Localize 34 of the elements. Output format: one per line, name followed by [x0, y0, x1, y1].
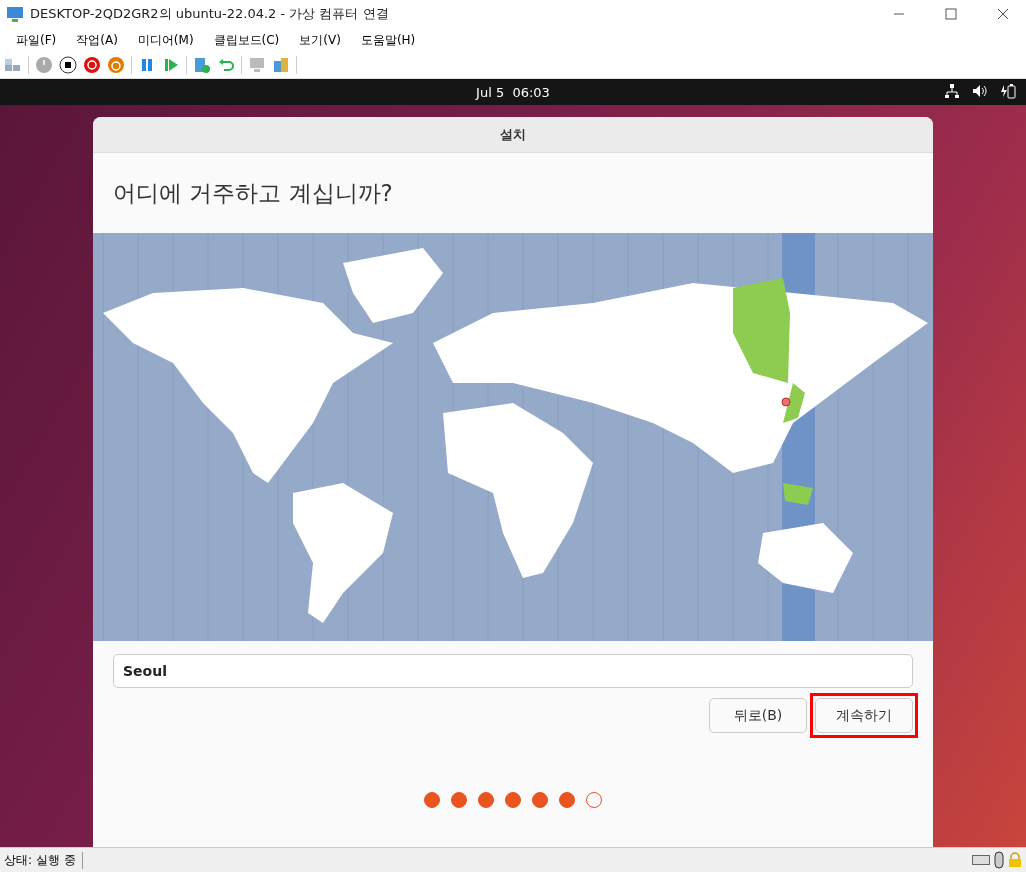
page-heading: 어디에 거주하고 계십니까? — [112, 179, 394, 208]
location-field[interactable]: Seoul — [113, 654, 913, 688]
checkpoint-icon[interactable] — [193, 56, 211, 74]
dialog-button[interactable]: 뒤로(B) — [709, 698, 807, 733]
close-icon — [997, 8, 1009, 20]
installer-title: 설치 — [500, 125, 526, 144]
lock-icon — [1008, 852, 1022, 868]
shutdown-icon[interactable] — [83, 56, 101, 74]
play-icon[interactable] — [162, 56, 180, 74]
clock[interactable]: Jul 5 06:03 — [476, 84, 550, 100]
dialog-button[interactable]: 계속하기 — [815, 698, 913, 733]
reset-icon[interactable] — [107, 56, 125, 74]
menu-item[interactable]: 파일(F) — [6, 31, 67, 49]
computer-icon[interactable] — [248, 56, 266, 74]
share-icon[interactable] — [272, 56, 290, 74]
window-title: DESKTOP-2QD2GR2의 ubuntu-22.04.2 - 가상 컴퓨터 연결 — [30, 5, 390, 23]
menu-item[interactable]: 작업(A) — [66, 31, 128, 49]
windows-icon[interactable] — [4, 56, 22, 74]
keyboard-icon — [972, 854, 990, 866]
menu-item[interactable]: 미디어(M) — [127, 31, 204, 49]
network-icon[interactable] — [944, 83, 960, 99]
revert-icon[interactable] — [217, 56, 235, 74]
menu-item[interactable]: 클립보드(C) — [203, 31, 290, 49]
status-text: 상태: 실행 중 — [4, 851, 83, 869]
monitor-icon — [6, 5, 24, 23]
world-map-drawing[interactable] — [93, 233, 933, 641]
battery-icon[interactable] — [1000, 83, 1016, 99]
menu-item[interactable]: 보기(V) — [289, 31, 351, 49]
menu-item[interactable]: 도움말(H) — [350, 31, 426, 49]
maximize-icon — [945, 8, 957, 20]
mouse-icon — [994, 851, 1004, 869]
stop-icon[interactable] — [59, 56, 77, 74]
power-icon[interactable] — [35, 56, 53, 74]
volume-icon[interactable] — [972, 83, 988, 99]
